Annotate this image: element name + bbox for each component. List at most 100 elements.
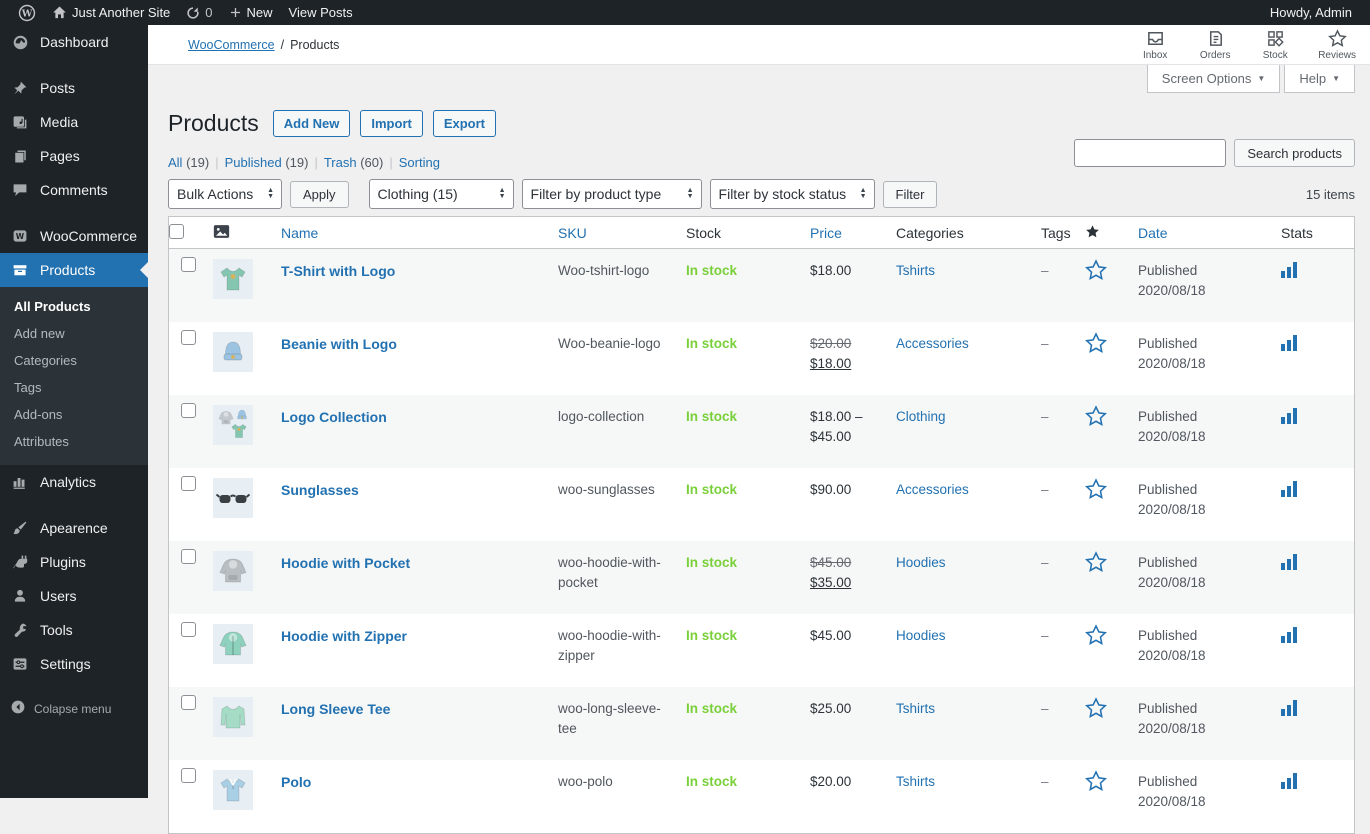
- sidebar-item-analytics[interactable]: Analytics: [0, 465, 148, 499]
- screen-options-button[interactable]: Screen Options ▼: [1146, 65, 1281, 93]
- activity-inbox-button[interactable]: Inbox: [1138, 29, 1172, 61]
- category-link[interactable]: Accessories: [896, 336, 969, 351]
- product-name-link[interactable]: Hoodie with Pocket: [281, 555, 410, 571]
- product-name-link[interactable]: Hoodie with Zipper: [281, 628, 407, 644]
- view-posts-link[interactable]: View Posts: [281, 0, 361, 25]
- export-button[interactable]: Export: [432, 109, 497, 137]
- submenu-attributes[interactable]: Attributes: [0, 428, 148, 455]
- product-thumbnail[interactable]: [213, 478, 253, 518]
- row-checkbox[interactable]: [181, 403, 196, 418]
- featured-star-icon[interactable]: [1085, 614, 1138, 662]
- product-thumbnail[interactable]: [213, 624, 253, 664]
- product-name-link[interactable]: Logo Collection: [281, 409, 387, 425]
- select-all-checkbox[interactable]: [169, 223, 184, 239]
- updates-link[interactable]: 0: [178, 0, 220, 25]
- row-checkbox[interactable]: [181, 695, 196, 710]
- submenu-tags[interactable]: Tags: [0, 374, 148, 401]
- stats-icon[interactable]: [1281, 760, 1354, 806]
- collapse-menu-button[interactable]: Colapse menu: [0, 691, 148, 726]
- category-filter-select[interactable]: Clothing (15): [368, 179, 514, 209]
- submenu-add-ons[interactable]: Add-ons: [0, 401, 148, 428]
- wordpress-logo-icon[interactable]: W: [10, 0, 44, 25]
- product-name-link[interactable]: Beanie with Logo: [281, 336, 397, 352]
- search-products-button[interactable]: Search products: [1234, 139, 1355, 167]
- category-link[interactable]: Tshirts: [896, 263, 935, 278]
- stats-icon[interactable]: [1281, 395, 1354, 441]
- featured-star-icon[interactable]: [1085, 322, 1138, 370]
- submenu-all-products[interactable]: All Products: [0, 293, 148, 320]
- product-thumbnail[interactable]: [213, 770, 253, 810]
- activity-reviews-button[interactable]: Reviews: [1318, 28, 1356, 61]
- stats-icon[interactable]: [1281, 614, 1354, 660]
- product-thumbnail[interactable]: [213, 259, 253, 299]
- submenu-categories[interactable]: Categories: [0, 347, 148, 374]
- sort-name-header[interactable]: Name: [281, 225, 318, 241]
- apply-button[interactable]: Apply: [290, 180, 349, 208]
- featured-star-icon[interactable]: [1085, 395, 1138, 443]
- site-home-link[interactable]: Just Another Site: [44, 0, 178, 25]
- sort-date-header[interactable]: Date: [1138, 225, 1168, 241]
- sidebar-item-comments[interactable]: Comments: [0, 173, 148, 207]
- category-link[interactable]: Tshirts: [896, 774, 935, 789]
- category-link[interactable]: Clothing: [896, 409, 946, 424]
- sort-price-header[interactable]: Price: [810, 225, 842, 241]
- sidebar-item-users[interactable]: Users: [0, 579, 148, 613]
- featured-star-icon[interactable]: [1085, 760, 1138, 808]
- product-thumbnail[interactable]: [213, 551, 253, 591]
- product-thumbnail[interactable]: [213, 332, 253, 372]
- product-name-link[interactable]: Long Sleeve Tee: [281, 701, 390, 717]
- sidebar-item-posts[interactable]: Posts: [0, 71, 148, 105]
- howdy-account-link[interactable]: Howdy, Admin: [1262, 0, 1360, 25]
- product-thumbnail[interactable]: [213, 405, 253, 445]
- product-name-link[interactable]: T-Shirt with Logo: [281, 263, 395, 279]
- product-name-link[interactable]: Polo: [281, 774, 311, 790]
- activity-orders-button[interactable]: Orders: [1198, 29, 1232, 61]
- stats-icon[interactable]: [1281, 468, 1354, 514]
- search-input[interactable]: [1074, 139, 1227, 167]
- featured-star-icon[interactable]: [1085, 249, 1138, 297]
- product-type-filter-select[interactable]: Filter by product type: [521, 179, 702, 209]
- filter-button[interactable]: Filter: [882, 180, 938, 208]
- sidebar-item-appearance[interactable]: Apearence: [0, 511, 148, 545]
- sidebar-item-pages[interactable]: Pages: [0, 139, 148, 173]
- category-link[interactable]: Tshirts: [896, 701, 935, 716]
- activity-stock-button[interactable]: Stock: [1258, 29, 1292, 61]
- stats-icon[interactable]: [1281, 322, 1354, 368]
- view-trash-link[interactable]: Trash: [324, 155, 357, 170]
- sort-sku-header[interactable]: SKU: [558, 225, 587, 241]
- new-content-link[interactable]: New: [221, 0, 281, 25]
- row-checkbox[interactable]: [181, 476, 196, 491]
- row-checkbox[interactable]: [181, 330, 196, 345]
- sidebar-item-dashboard[interactable]: Dashboard: [0, 25, 148, 59]
- view-all-link[interactable]: All: [168, 155, 182, 170]
- stats-icon[interactable]: [1281, 249, 1354, 295]
- import-button[interactable]: Import: [360, 109, 423, 137]
- sidebar-item-tools[interactable]: Tools: [0, 613, 148, 647]
- breadcrumb-woocommerce-link[interactable]: WooCommerce: [188, 38, 275, 52]
- help-button[interactable]: Help ▼: [1284, 65, 1355, 93]
- stats-icon[interactable]: [1281, 687, 1354, 733]
- stock-status-filter-select[interactable]: Filter by stock status: [709, 179, 875, 209]
- category-link[interactable]: Hoodies: [896, 628, 946, 643]
- view-published-link[interactable]: Published: [225, 155, 282, 170]
- stats-icon[interactable]: [1281, 541, 1354, 587]
- sidebar-item-woocommerce[interactable]: W WooCommerce: [0, 219, 148, 253]
- sidebar-item-products[interactable]: Products: [0, 253, 148, 287]
- add-new-button[interactable]: Add New: [272, 109, 351, 137]
- row-checkbox[interactable]: [181, 768, 196, 783]
- view-sorting-link[interactable]: Sorting: [399, 155, 440, 170]
- product-name-link[interactable]: Sunglasses: [281, 482, 359, 498]
- sidebar-item-plugins[interactable]: Plugins: [0, 545, 148, 579]
- sidebar-item-media[interactable]: Media: [0, 105, 148, 139]
- submenu-add-new[interactable]: Add new: [0, 320, 148, 347]
- featured-star-icon[interactable]: [1085, 541, 1138, 589]
- category-link[interactable]: Accessories: [896, 482, 969, 497]
- featured-star-icon[interactable]: [1085, 687, 1138, 735]
- product-thumbnail[interactable]: [213, 697, 253, 737]
- sidebar-item-settings[interactable]: Settings: [0, 647, 148, 681]
- row-checkbox[interactable]: [181, 549, 196, 564]
- bulk-actions-select[interactable]: Bulk Actions: [168, 179, 282, 209]
- row-checkbox[interactable]: [181, 622, 196, 637]
- category-link[interactable]: Hoodies: [896, 555, 946, 570]
- row-checkbox[interactable]: [181, 257, 196, 272]
